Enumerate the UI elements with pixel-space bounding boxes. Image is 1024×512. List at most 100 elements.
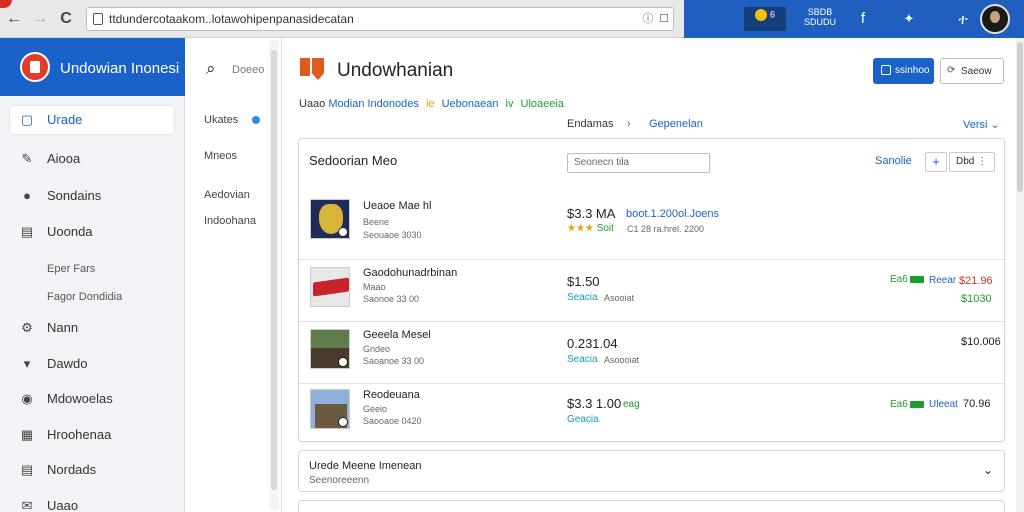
- sidebar-subitem-fagor-dondidia[interactable]: Fagor Dondidia: [47, 291, 122, 303]
- breadcrumb-part[interactable]: Uaao: [299, 98, 325, 110]
- product-name[interactable]: Reodeuana: [363, 389, 420, 401]
- sidebar-item-label: Dawdo: [47, 356, 88, 371]
- puzzle-icon[interactable]: ✦: [902, 7, 916, 31]
- forward-icon[interactable]: →: [30, 9, 50, 29]
- right-label: Reear: [929, 275, 957, 286]
- secondary-scrollbar[interactable]: [269, 40, 279, 510]
- sidebar-item-label: Mdowoelas: [47, 391, 113, 406]
- secondary-nav: ⌕ Doeeo Ukates Mneos Aedovian Indoohana: [186, 38, 282, 512]
- breadcrumb-part[interactable]: Uloaeeia: [521, 98, 564, 110]
- facebook-icon[interactable]: f: [856, 7, 870, 31]
- product-thumbnail[interactable]: [310, 329, 350, 369]
- chevron-down-icon[interactable]: ⌄: [983, 463, 993, 477]
- table-row[interactable]: Reodeuana Geeio Saooaoe 0420 $3.3 1.00 e…: [299, 383, 1004, 443]
- sidebar-item-label: Urade: [47, 112, 83, 127]
- menu-icon[interactable]: ተ: [956, 7, 970, 31]
- breadcrumb: Uaao Modian Indonodes ie Uebonaean iv Ul…: [299, 98, 564, 110]
- page-title: Undowhanian: [337, 60, 454, 81]
- primary-action-button[interactable]: ssinhoo: [873, 58, 934, 84]
- circle-dot-icon: ●: [23, 188, 31, 203]
- secondary-item-aedovian[interactable]: Aedovian: [204, 189, 250, 201]
- price-green: $1030: [961, 293, 992, 305]
- mail-icon: ✉: [21, 498, 33, 512]
- product-meta: Gndeo: [363, 344, 391, 354]
- sidebar-item-mdowoelas[interactable]: ◉ Mdowoelas: [10, 385, 174, 413]
- sidebar-item-dawdo[interactable]: ▾ Dawdo: [10, 350, 174, 378]
- sidebar-item-hroohenaa[interactable]: ▦ Hroohenaa: [10, 421, 174, 449]
- sidebar-item-label: Sondains: [47, 188, 102, 203]
- square-outline-icon: ▢: [20, 112, 34, 127]
- pencil-icon: ✎: [21, 151, 33, 166]
- sidebar-item-uoonda[interactable]: ▤ Uoonda: [10, 218, 174, 246]
- product-detail: C1 28 ra.hrel. 2200: [627, 224, 705, 234]
- accordion-title: Urede Meene Imenean: [309, 460, 422, 472]
- path-item-gepenelan[interactable]: Gepenelan: [649, 118, 703, 130]
- badge-dot-icon: [754, 9, 767, 21]
- address-bar[interactable]: ttdundercotaakom..lotawohipenpanasidecat…: [86, 7, 674, 31]
- product-name[interactable]: Ueaoe Mae hl: [363, 200, 432, 212]
- secondary-action-button[interactable]: ⟳ Saeow: [940, 58, 1004, 84]
- url-text[interactable]: ttdundercotaakom..lotawohipenpanasidecat…: [109, 12, 354, 26]
- grid-box-icon: ▦: [20, 427, 34, 442]
- breadcrumb-separator: iv: [505, 98, 514, 110]
- secondary-item-ukates[interactable]: Ukates: [204, 114, 238, 126]
- product-meta: Seouaoe 3030: [363, 230, 422, 240]
- product-price: 0.231.04: [567, 336, 618, 351]
- breadcrumb-part[interactable]: Modian Indonodes: [328, 98, 419, 110]
- breadcrumb-part[interactable]: Uebonaean: [442, 98, 499, 110]
- sidebar-item-uaao[interactable]: ✉ Uaao: [10, 492, 174, 512]
- product-status: Seacia: [567, 354, 598, 365]
- back-icon[interactable]: ←: [4, 9, 24, 29]
- search-icon[interactable]: ⌕: [206, 60, 224, 78]
- path-item-endamas[interactable]: Endamas: [567, 118, 613, 130]
- panel-link[interactable]: Sanolie: [875, 155, 912, 167]
- bookmark-icon[interactable]: ☐: [657, 12, 671, 26]
- product-thumbnail[interactable]: [310, 389, 350, 429]
- info-icon[interactable]: ⓘ: [641, 12, 655, 26]
- sidebar-item-nordads[interactable]: ▤ Nordads: [10, 456, 174, 484]
- sidebar-item-label: Uoonda: [47, 224, 93, 239]
- rating-stars: ★★★ Soit: [567, 223, 614, 234]
- panel-search-input[interactable]: Seonecn tila: [567, 153, 710, 173]
- accordion-subtitle: Seenoreeenn: [309, 475, 370, 486]
- browser-tab-hint[interactable]: [0, 0, 12, 8]
- sidebar-item-aiooa[interactable]: ✎ Aiooa: [10, 145, 174, 173]
- table-row[interactable]: Ueaoe Mae hl Beene Seouaoe 3030 $3.3 MA …: [299, 195, 1004, 255]
- sidebar-item-urade[interactable]: ▢ Urade: [10, 106, 174, 134]
- add-button[interactable]: +: [925, 152, 947, 172]
- price-detail[interactable]: boot.1.200ol.Joens: [626, 208, 719, 220]
- product-thumbnail[interactable]: [310, 267, 350, 307]
- more-menu-button[interactable]: Dbd ⋮: [949, 152, 995, 172]
- product-detail: Asoooiat: [604, 355, 640, 365]
- badge-icon: [338, 417, 348, 427]
- secondary-item-indoohana[interactable]: Indoohana: [204, 215, 256, 227]
- panel-title: Sedoorian Meo: [309, 153, 398, 168]
- extension-text[interactable]: SBDB SDUDU: [796, 7, 844, 31]
- secondary-search[interactable]: Doeeo: [232, 64, 264, 76]
- main-scrollbar[interactable]: [1016, 38, 1024, 512]
- profile-avatar[interactable]: [980, 4, 1010, 34]
- product-price: $3.3 1.00: [567, 396, 622, 411]
- reload-icon[interactable]: C: [56, 9, 76, 29]
- accordion-section[interactable]: Urede Meene Imenean Seenoreeenn ⌄: [298, 450, 1005, 492]
- list-box-icon: ▤: [20, 224, 34, 239]
- brand-logo-icon: [20, 52, 50, 82]
- secondary-item-mneos[interactable]: Mneos: [204, 150, 237, 162]
- accordion-section-next[interactable]: [298, 500, 1005, 512]
- badge-icon: [338, 227, 348, 237]
- table-row[interactable]: Geeela Mesel Gndeo Saoanoe 33 00 0.231.0…: [299, 323, 1004, 383]
- product-status: Seacia: [567, 292, 598, 303]
- price-right: $10.006: [961, 336, 1001, 348]
- product-name[interactable]: Geeela Mesel: [363, 329, 431, 341]
- product-meta: Saoanoe 33 00: [363, 356, 425, 366]
- sidebar-subitem-eper-fars[interactable]: Eper Fars: [47, 263, 95, 275]
- extension-badge[interactable]: 6: [744, 7, 786, 31]
- price-red: $21.96: [959, 275, 993, 287]
- product-name[interactable]: Gaodohunadrbinan: [363, 267, 457, 279]
- sidebar-item-sondains[interactable]: ● Sondains: [10, 182, 174, 210]
- version-dropdown[interactable]: Versi ⌄: [963, 118, 1000, 131]
- product-thumbnail[interactable]: [310, 199, 350, 239]
- table-row[interactable]: Gaodohunadrbinan Maao Saonoe 33 00 $1.50…: [299, 261, 1004, 321]
- sidebar-item-nann[interactable]: ⚙ Nann: [10, 314, 174, 342]
- brand-header[interactable]: Undowian Inonesi: [0, 38, 185, 96]
